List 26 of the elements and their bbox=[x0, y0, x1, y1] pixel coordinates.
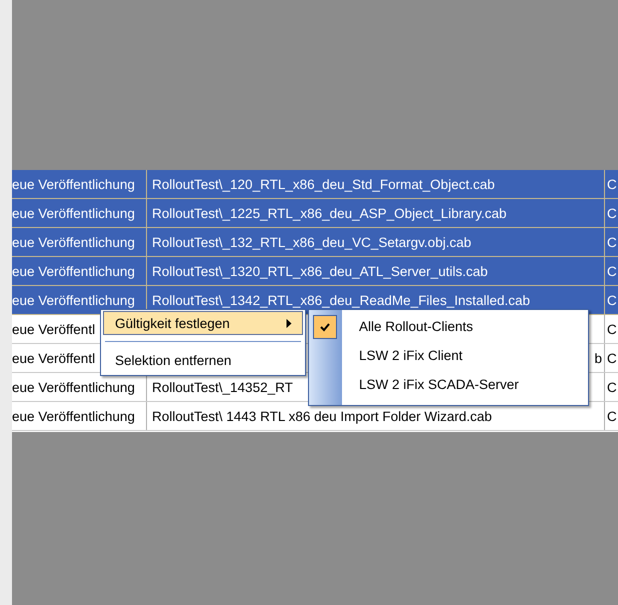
table-cell: eue Veröffentlichung bbox=[12, 206, 135, 220]
table-cell: C bbox=[607, 292, 617, 308]
table-cell: eue Veröffentlichung bbox=[12, 234, 135, 250]
table-cell: RolloutTest\_132_RTL_x86_deu_VC_Setargv.obj.cab bbox=[152, 234, 472, 250]
table-cell: C bbox=[607, 322, 617, 336]
table-cell: C bbox=[607, 176, 617, 192]
table-cell: b bbox=[594, 350, 602, 366]
table-cell: RolloutTest\_1320_RTL_x86_deu_ATL_Server_utils.cab bbox=[152, 264, 488, 278]
table-cell: RolloutTest\_120_RTL_x86_deu_Std_Format_Object.cab bbox=[152, 176, 495, 192]
table-cell: RolloutTest\ 1443 RTL x86 deu Import Folder Wizard.cab bbox=[152, 408, 492, 424]
table-cell: eue Veröffentlichung bbox=[12, 408, 135, 424]
table-cell: C bbox=[607, 350, 617, 366]
table-cell: C bbox=[607, 408, 617, 424]
table-cell: C bbox=[607, 380, 617, 394]
table-cell: eue Veröffentlichung bbox=[12, 176, 135, 192]
table-cell: C bbox=[607, 234, 617, 250]
table-cell: RolloutTest\_1342_RTL_x86_deu_ReadMe_Files_Installed.cab bbox=[152, 292, 530, 308]
table-cell: eue Veröffentlichung bbox=[12, 264, 135, 278]
table-cell: RolloutTest\_1225_RTL_x86_deu_ASP_Object_Library.cab bbox=[152, 206, 506, 220]
table-cell: eue Veröffentlichung bbox=[12, 292, 135, 308]
table-cell: eue Veröffentlichung bbox=[12, 380, 135, 394]
table-cell: C bbox=[607, 206, 617, 220]
table-cell: C bbox=[607, 264, 617, 278]
table-cell: eue Veröffentl bbox=[12, 350, 96, 366]
table-cell: RolloutTest\_14352_RT bbox=[152, 380, 293, 394]
table-cell: eue Veröffentl bbox=[12, 322, 96, 336]
